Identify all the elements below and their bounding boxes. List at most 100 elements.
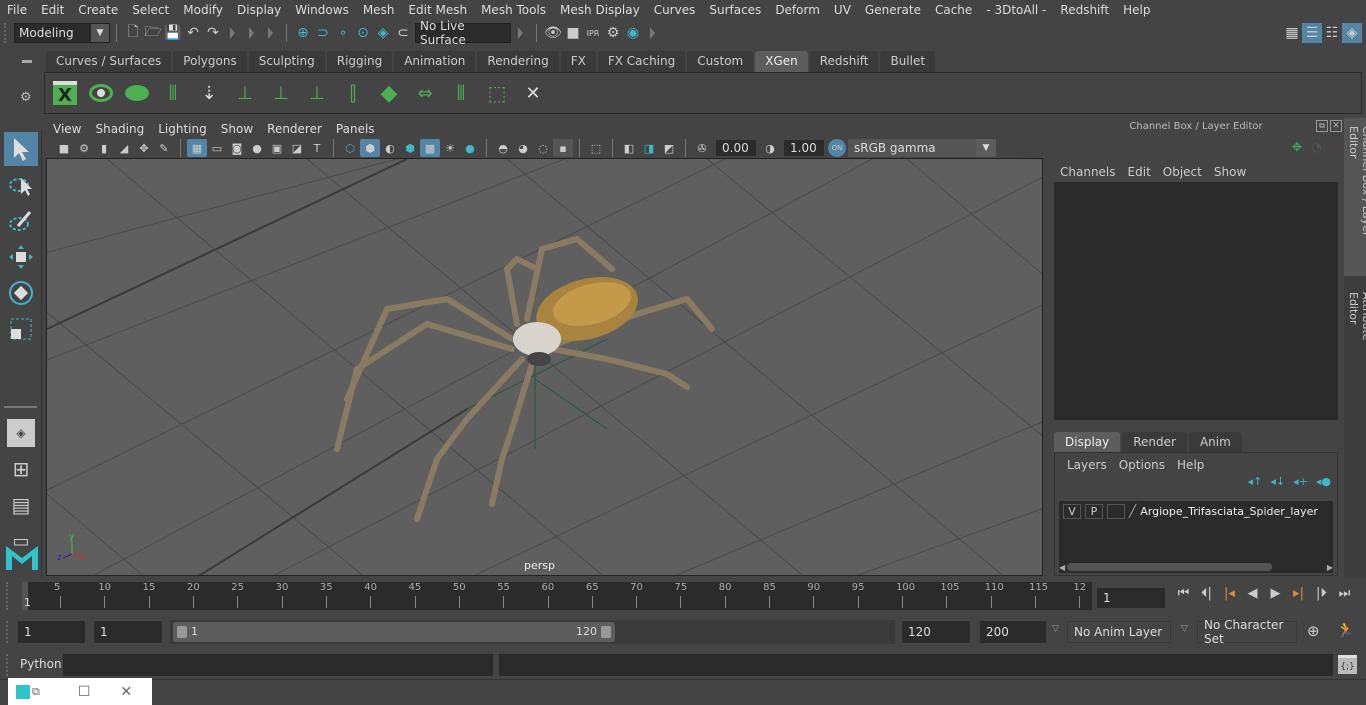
viewport-menu-view[interactable]: View — [46, 122, 88, 136]
layer-type-toggle[interactable] — [1107, 503, 1125, 519]
resolution-gate-icon[interactable]: ◙ — [227, 139, 247, 157]
select-tool-icon[interactable] — [4, 132, 38, 166]
shelf-tab-custom[interactable]: Custom — [687, 51, 754, 72]
new-scene-icon[interactable]: 🗋 — [123, 23, 143, 43]
redo-icon[interactable]: ↷ — [203, 23, 223, 43]
animation-start-field[interactable]: 1 — [18, 621, 85, 643]
character-set-chevron-icon[interactable]: ▽ — [1181, 624, 1188, 634]
sculpt-layer-icon[interactable]: ◆ — [375, 78, 403, 108]
viewport-menu-shading[interactable]: Shading — [88, 122, 151, 136]
paint-select-tool-icon[interactable] — [4, 204, 38, 238]
default-material-icon[interactable]: ◐ — [380, 139, 400, 157]
snap-curve-icon[interactable]: ⊃ — [313, 23, 333, 43]
shelf-tab-fx[interactable]: FX — [560, 51, 596, 72]
xgen-editor-icon[interactable]: X — [51, 78, 79, 108]
tool-settings-icon[interactable]: ☷ — [1322, 23, 1342, 43]
layer-tab-display[interactable]: Display — [1054, 432, 1121, 452]
animation-end-field[interactable]: 200 — [980, 621, 1046, 643]
menu-file[interactable]: File — [0, 3, 34, 17]
scroll-right-icon[interactable]: ▶ — [1327, 563, 1333, 572]
current-frame-field[interactable]: 1 — [1097, 588, 1165, 608]
shelf-tab-polygons[interactable]: Polygons — [173, 51, 247, 72]
script-language-toggle[interactable]: Python — [20, 657, 62, 671]
snap-point-icon[interactable]: ∘ — [333, 23, 353, 43]
manipulator-icon[interactable]: ✥ — [1292, 140, 1302, 154]
layer-menu-options[interactable]: Options — [1113, 458, 1171, 472]
outliner-layout-icon[interactable]: ▤ — [4, 488, 38, 522]
shelf-tab-animation[interactable]: Animation — [394, 51, 476, 72]
channel-menu-channels[interactable]: Channels — [1054, 165, 1122, 179]
xray-joints-icon[interactable]: ◨ — [639, 139, 659, 157]
menu-help[interactable]: Help — [1116, 3, 1157, 17]
collapse-arrow[interactable] — [230, 27, 235, 39]
ipr-render-icon[interactable]: IPR — [583, 23, 603, 43]
render-frame-icon[interactable]: ■ — [563, 23, 583, 43]
command-grip[interactable] — [6, 654, 10, 676]
guide-split-icon[interactable]: ⫿ — [339, 78, 367, 108]
screen-space-ao-icon[interactable]: ◓ — [493, 139, 513, 157]
show-guides-icon[interactable]: ⊥ — [267, 78, 295, 108]
shelf-tab-bullet[interactable]: Bullet — [880, 51, 936, 72]
float-panel-icon[interactable]: ⧉ — [1316, 120, 1328, 132]
menu-mesh-tools[interactable]: Mesh Tools — [474, 3, 553, 17]
speed-icon[interactable]: ◔ — [1312, 140, 1322, 154]
exposure-field[interactable]: 0.00 — [716, 140, 756, 156]
channel-menu-edit[interactable]: Edit — [1122, 165, 1157, 179]
hyper-icon[interactable]: ⁄ — [1338, 140, 1340, 154]
image-plane-icon[interactable]: ◢ — [114, 139, 134, 157]
add-guides-icon[interactable]: ⫴ — [159, 78, 187, 108]
grease-pencil-icon[interactable]: ✎ — [154, 139, 174, 157]
layer-visibility-toggle[interactable]: V — [1063, 503, 1081, 519]
menu-modify[interactable]: Modify — [176, 3, 230, 17]
xray-components-icon[interactable]: ◩ — [659, 139, 679, 157]
camera-attributes-icon[interactable]: ⚙ — [74, 139, 94, 157]
isolate-select-icon[interactable]: ⬚ — [586, 139, 606, 157]
live-surface-field[interactable]: No Live Surface — [415, 19, 511, 47]
menu-select[interactable]: Select — [125, 3, 176, 17]
anti-aliasing-icon[interactable]: ◌ — [533, 139, 553, 157]
move-layer-up-icon[interactable]: ◂↑ — [1248, 475, 1263, 495]
gamma-icon[interactable]: ◑ — [760, 139, 780, 157]
film-gate-icon[interactable]: ▭ — [207, 139, 227, 157]
shelf-tab-sculpting[interactable]: Sculpting — [248, 51, 325, 72]
scrollbar-thumb[interactable] — [1067, 563, 1273, 571]
four-view-layout-icon[interactable]: ⊞ — [4, 452, 38, 486]
move-layer-down-icon[interactable]: ◂↓ — [1270, 475, 1285, 495]
gamma-field[interactable]: 1.00 — [784, 140, 824, 156]
grid-icon[interactable]: ▦ — [187, 139, 207, 157]
scroll-left-icon[interactable]: ◀ — [1059, 563, 1065, 572]
character-set-dropdown[interactable]: No Character Set — [1197, 618, 1297, 646]
layer-color-swatch[interactable]: ╱ — [1129, 504, 1136, 518]
render-settings-icon[interactable]: ⚙ — [603, 23, 623, 43]
color-space-dropdown[interactable]: sRGB gamma ▼ — [848, 139, 996, 157]
step-back-key-icon[interactable]: |◂ — [1218, 586, 1241, 601]
workspace-dropdown[interactable]: Modeling ▼ — [14, 23, 110, 43]
shelf-settings-gear-icon[interactable]: ⚙ — [20, 90, 32, 105]
layer-horizontal-scrollbar[interactable]: ◀ ▶ — [1059, 561, 1333, 573]
new-empty-layer-icon[interactable]: ◂+ — [1293, 475, 1308, 495]
collapse-arrow[interactable] — [249, 27, 254, 39]
snap-view-plane-icon[interactable]: ⊙ — [353, 23, 373, 43]
color-management-toggle[interactable]: ON — [828, 139, 846, 157]
shelf-tab-fx-caching[interactable]: FX Caching — [597, 51, 686, 72]
menu-mesh-display[interactable]: Mesh Display — [553, 3, 647, 17]
time-slider[interactable]: 1 5 10 15 20 25 30 35 40 45 50 55 60 65 70 75 80 85 90 95 1… — [22, 582, 1092, 610]
snap-grid-icon[interactable]: ⊕ — [293, 23, 313, 43]
shelf-tab-rendering[interactable]: Rendering — [477, 51, 559, 72]
collapse-arrow[interactable] — [268, 27, 273, 39]
play-backwards-icon[interactable]: ◀ — [1241, 586, 1264, 601]
menu-3dtoall[interactable]: - 3DtoAll - — [979, 3, 1053, 17]
range-slider-handle[interactable]: 1 120 — [173, 622, 615, 642]
xray-icon[interactable]: ◧ — [619, 139, 639, 157]
channel-box-toggle-icon[interactable]: ◈ — [1342, 23, 1362, 43]
undo-icon[interactable]: ↶ — [183, 23, 203, 43]
hypershade-icon[interactable]: ◉ — [623, 23, 643, 43]
viewport-menu-panels[interactable]: Panels — [329, 122, 382, 136]
delete-guides-icon[interactable]: ✕ — [519, 78, 547, 108]
menu-display[interactable]: Display — [230, 3, 288, 17]
range-grip[interactable] — [6, 621, 10, 643]
channel-menu-object[interactable]: Object — [1157, 165, 1208, 179]
single-perspective-layout-icon[interactable]: ◈ — [4, 416, 38, 450]
lock-guides-icon[interactable]: ⊥ — [303, 78, 331, 108]
animation-preferences-icon[interactable]: 🏃 — [1336, 621, 1355, 639]
